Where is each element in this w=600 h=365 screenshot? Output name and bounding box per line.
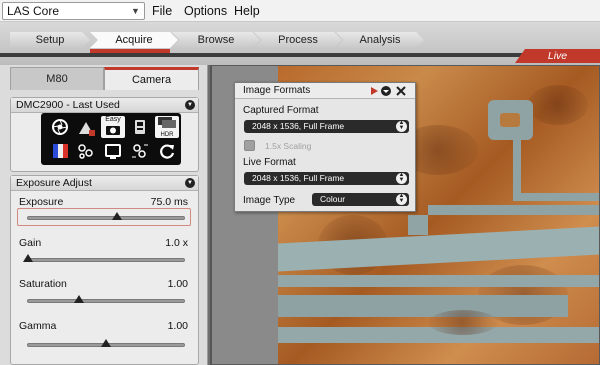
tab-analysis[interactable]: Analysis	[336, 32, 424, 48]
dialog-title: Image Formats	[243, 85, 311, 96]
exposure-group-header[interactable]: Exposure Adjust ▼	[11, 176, 198, 191]
scaling-label: 1.5x Scaling	[265, 141, 312, 151]
gamma-label: Gamma	[19, 320, 57, 332]
image-type-select[interactable]: Colour ▲ ▼	[312, 193, 409, 206]
gamma-slider[interactable]	[27, 339, 185, 347]
color-bars-icon[interactable]	[48, 140, 72, 162]
exposure-icon[interactable]	[74, 116, 98, 138]
tabs-divider	[0, 53, 600, 57]
exposure-label: Exposure	[19, 196, 64, 208]
hdr-icon[interactable]: HDR	[155, 116, 179, 138]
collapse-icon[interactable]: ▼	[185, 100, 195, 110]
adjust-icon[interactable]	[128, 140, 152, 162]
exposure-group-title: Exposure Adjust	[16, 177, 92, 189]
app-select[interactable]: LAS Core ▼	[2, 2, 145, 20]
left-panel: M80 Camera DMC2900 - Last Used ▼ Easy HD	[0, 65, 208, 365]
gamma-value: 1.00	[167, 320, 188, 332]
chevron-down-icon[interactable]: ▼	[129, 4, 142, 18]
collapse-icon[interactable]	[381, 86, 391, 96]
image-formats-dialog: Image Formats Captured Format 2048 x 153…	[234, 82, 416, 212]
live-badge[interactable]: Live	[515, 49, 600, 63]
captured-format-label: Captured Format	[243, 105, 319, 116]
camera-toolbar: Easy HDR	[41, 113, 181, 165]
spinner-icon[interactable]: ▲ ▼	[396, 120, 407, 132]
live-format-select[interactable]: 2048 x 1536, Full Frame ▲ ▼	[244, 172, 409, 185]
image-type-label: Image Type	[243, 195, 296, 206]
workflow-tabs: Setup Acquire Browse Process Analysis	[0, 22, 600, 65]
app-select-value: LAS Core	[7, 4, 60, 18]
tab-setup[interactable]: Setup	[10, 32, 90, 48]
spinner-icon[interactable]: ▲ ▼	[396, 172, 407, 184]
easy-label: Easy	[105, 116, 121, 123]
spinner-icon[interactable]: ▲ ▼	[396, 193, 407, 205]
menu-help[interactable]: Help	[234, 4, 260, 18]
dialog-header[interactable]: Image Formats	[235, 83, 415, 99]
tab-acquire[interactable]: Acquire	[90, 32, 178, 48]
gain-label: Gain	[19, 237, 42, 249]
tab-m80[interactable]: M80	[10, 67, 104, 90]
menu-file[interactable]: File	[152, 4, 172, 18]
saturation-slider[interactable]	[27, 295, 185, 303]
close-icon[interactable]	[396, 86, 406, 96]
camera-group-header[interactable]: DMC2900 - Last Used ▼	[11, 98, 198, 113]
live-format-value: 2048 x 1536, Full Frame	[252, 173, 345, 183]
gain-slider[interactable]	[23, 254, 185, 262]
effects-icon[interactable]	[74, 140, 98, 162]
captured-format-select[interactable]: 2048 x 1536, Full Frame ▲ ▼	[244, 120, 409, 133]
tab-process[interactable]: Process	[254, 32, 342, 48]
dialog-controls	[369, 84, 411, 98]
slider-thumb[interactable]	[111, 212, 122, 220]
tab-camera[interactable]: Camera	[104, 67, 199, 90]
menu-bar: LAS Core ▼ File Options Help	[0, 0, 600, 22]
easy-icon[interactable]: Easy	[101, 116, 125, 138]
tab-browse[interactable]: Browse	[172, 32, 260, 48]
refresh-icon[interactable]	[155, 140, 179, 162]
exposure-slider[interactable]	[27, 212, 185, 220]
hdr-label: HDR	[160, 132, 174, 138]
gain-value: 1.0 x	[165, 237, 188, 249]
screen-icon[interactable]	[101, 140, 125, 162]
camera-group: DMC2900 - Last Used ▼ Easy HDR	[10, 97, 199, 172]
collapse-icon[interactable]: ▼	[185, 178, 195, 188]
camera-group-title: DMC2900 - Last Used	[16, 99, 120, 111]
saturation-value: 1.00	[167, 278, 188, 290]
captured-format-value: 2048 x 1536, Full Frame	[252, 121, 345, 131]
slider-thumb[interactable]	[74, 295, 85, 303]
live-format-label: Live Format	[243, 157, 296, 168]
scaling-checkbox[interactable]	[244, 140, 255, 151]
slider-thumb[interactable]	[101, 339, 111, 347]
aperture-icon[interactable]	[48, 116, 72, 138]
image-type-value: Colour	[320, 194, 346, 204]
menu-options[interactable]: Options	[184, 4, 227, 18]
slider-thumb[interactable]	[23, 254, 33, 262]
exposure-group: Exposure Adjust ▼ Exposure 75.0 ms Gain …	[10, 175, 199, 365]
saturation-label: Saturation	[19, 278, 67, 290]
camera-settings-icon[interactable]	[128, 116, 152, 138]
play-icon[interactable]	[371, 87, 378, 95]
exposure-value: 75.0 ms	[150, 196, 188, 208]
